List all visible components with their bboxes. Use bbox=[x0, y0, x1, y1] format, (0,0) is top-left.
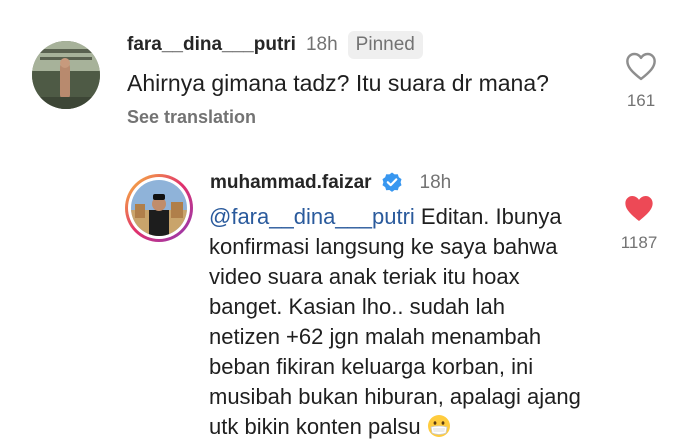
reply-text-line: video suara anak teriak itu hoax bbox=[209, 264, 520, 289]
comment-header: fara__dina___putri 18h Pinned bbox=[127, 31, 423, 59]
reply-text-line: utk bikin konten palsu bbox=[209, 412, 609, 442]
reply-like-count: 1187 bbox=[620, 233, 658, 252]
reply-text-line: musibah bukan hiburan, apalagi ajang bbox=[209, 384, 581, 409]
comment-timestamp: 18h bbox=[305, 34, 338, 55]
reply-text-line: banget. Kasian lho.. sudah lah bbox=[209, 294, 506, 319]
reply-text-line: netizen +62 jgn malah menambah bbox=[209, 324, 542, 349]
comment-like-button[interactable] bbox=[624, 51, 658, 81]
commenter-username[interactable]: fara__dina___putri bbox=[127, 34, 296, 56]
reply-author-avatar[interactable] bbox=[125, 174, 193, 242]
comment-like-count: 161 bbox=[626, 91, 656, 110]
reply-author-username[interactable]: muhammad.faizar bbox=[210, 172, 372, 194]
reply-like-button[interactable] bbox=[622, 193, 656, 223]
reply-text-line: konfirmasi langsung ke saya bahwa bbox=[209, 234, 558, 259]
reply-timestamp: 18h bbox=[419, 172, 452, 193]
heart-filled-icon bbox=[625, 196, 653, 221]
reply-header: muhammad.faizar 18h bbox=[210, 171, 451, 195]
see-translation-link[interactable]: See translation bbox=[127, 107, 256, 128]
comment-text: Ahirnya gimana tadz? Itu suara dr mana? bbox=[127, 70, 549, 96]
commenter-avatar[interactable] bbox=[32, 41, 100, 109]
reply-text: @fara__dina___putri Editan. Ibunya konfi… bbox=[209, 202, 609, 442]
face-with-medical-mask-emoji bbox=[427, 414, 451, 438]
reply-text-line: beban fikiran keluarga korban, ini bbox=[209, 354, 534, 379]
heart-outline-icon bbox=[626, 52, 656, 81]
mention-link[interactable]: @fara__dina___putri bbox=[209, 204, 415, 229]
verified-badge-icon bbox=[382, 172, 402, 192]
pinned-badge: Pinned bbox=[347, 31, 423, 59]
reply-text-line: @fara__dina___putri Editan. Ibunya bbox=[209, 204, 562, 229]
